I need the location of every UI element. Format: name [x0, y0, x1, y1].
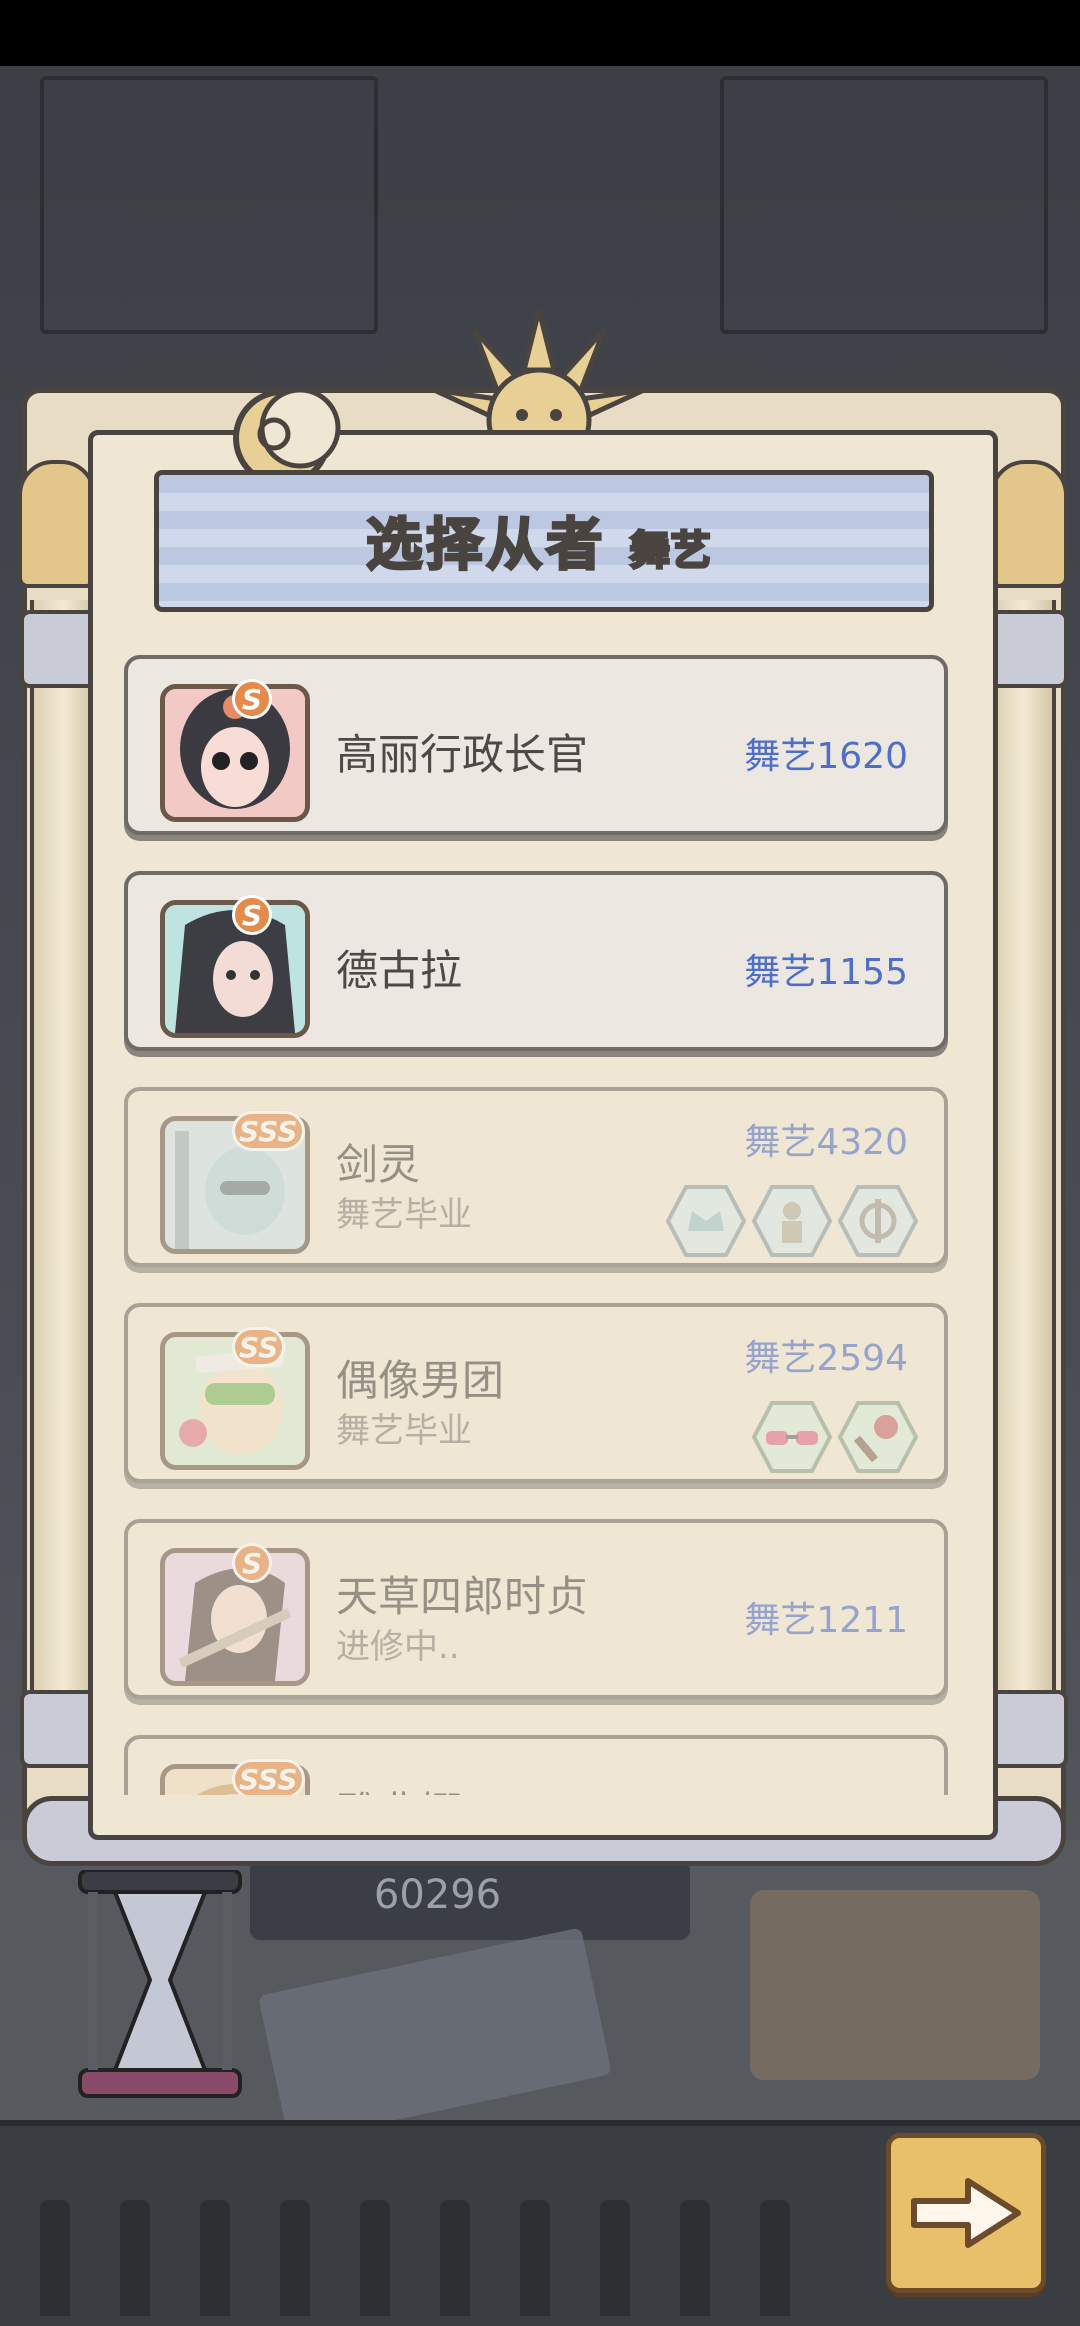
dance-stat: 舞艺1155 — [744, 952, 908, 993]
score-value: 60296 — [373, 1872, 502, 1918]
servant-status: 舞艺毕业 — [336, 1411, 472, 1451]
dialog-subtitle: 舞艺 — [628, 527, 712, 576]
left-column — [30, 600, 96, 1690]
desk-slat — [200, 2200, 230, 2316]
desk-slat — [40, 2200, 70, 2316]
servant-card[interactable]: S 天草四郎时贞 进修中.. 舞艺1211 — [124, 1519, 948, 1699]
desk-slat — [520, 2200, 550, 2316]
rank-badge: SS — [232, 1327, 286, 1367]
dance-stat: 舞艺1620 — [744, 736, 908, 777]
servant-status: 进修中.. — [336, 1627, 460, 1667]
altar-relic-icon — [838, 1185, 918, 1257]
desk-slat — [760, 2200, 790, 2316]
dialog-title-text: 选择从者 — [365, 512, 607, 580]
servant-card[interactable]: SSS 剑灵 舞艺毕业 舞艺4320 — [124, 1087, 948, 1267]
servant-card[interactable]: S 高丽行政长官 舞艺1620 — [124, 655, 948, 835]
servant-name: 高丽行政长官 — [336, 730, 589, 779]
desk-slat — [680, 2200, 710, 2316]
desk-slat — [600, 2200, 630, 2316]
dialog-title: 选择从者 舞艺 — [154, 500, 924, 581]
crown-relic-icon — [666, 1185, 746, 1257]
left-bust-statue — [18, 460, 96, 588]
dance-stat: 舞艺1211 — [744, 1600, 908, 1641]
rank-badge: S — [232, 895, 272, 935]
servant-status: 舞艺毕业 — [336, 1195, 472, 1235]
jewelry-box-prop — [750, 1890, 1040, 2080]
sunglasses-relic-icon — [752, 1401, 832, 1473]
servant-name: 剑灵 — [336, 1140, 421, 1189]
rank-badge: SSS — [232, 1111, 305, 1151]
dance-stat: 舞艺4320 — [744, 1122, 908, 1163]
hourglass-icon — [78, 1870, 242, 2098]
servant-card[interactable]: SS 偶像男团 舞艺毕业 舞艺2594 — [124, 1303, 948, 1483]
status-bar — [0, 0, 1080, 66]
servant-name: 雅典娜 — [336, 1779, 462, 1795]
rank-badge: S — [232, 679, 272, 719]
right-column — [990, 600, 1056, 1690]
servant-list[interactable]: S 高丽行政长官 舞艺1620 S 德古拉 舞艺1155 SSS 剑灵 舞艺毕业… — [124, 655, 948, 1795]
figure-relic-icon — [752, 1185, 832, 1257]
desk-slat — [440, 2200, 470, 2316]
servant-card[interactable]: S 德古拉 舞艺1155 — [124, 871, 948, 1051]
servant-card[interactable]: SSS 雅典娜 — [124, 1735, 948, 1795]
right-bust-statue — [990, 460, 1068, 588]
desk-slat — [360, 2200, 390, 2316]
sun-ornament-icon — [432, 309, 646, 450]
desk-slat — [280, 2200, 310, 2316]
servant-name: 德古拉 — [336, 946, 463, 995]
microphone-relic-icon — [838, 1401, 918, 1473]
servant-name: 天草四郎时贞 — [336, 1572, 589, 1621]
arrow-right-icon — [911, 2178, 1021, 2248]
rank-badge: SSS — [232, 1759, 305, 1795]
desk-slat — [120, 2200, 150, 2316]
next-arrow-button[interactable] — [886, 2133, 1046, 2293]
rank-badge: S — [232, 1543, 272, 1583]
dance-stat: 舞艺2594 — [744, 1338, 908, 1379]
servant-name: 偶像男团 — [336, 1356, 505, 1405]
